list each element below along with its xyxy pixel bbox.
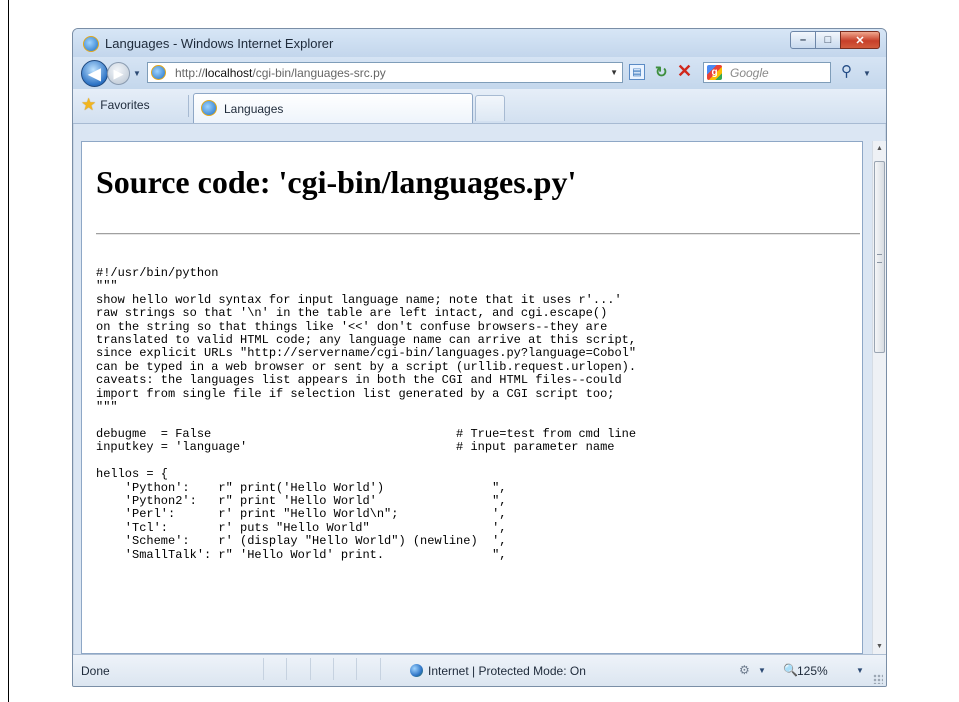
vertical-scrollbar[interactable]: ▲ ▼ [872, 141, 886, 654]
url-host: localhost [205, 66, 253, 80]
navigation-bar: ◀ ▶ ▼ http://localhost/cgi-bin/languages… [73, 57, 886, 89]
page-title: Source code: 'cgi-bin/languages.py' [96, 164, 577, 200]
tab-languages[interactable]: Languages [193, 93, 473, 123]
horizontal-rule [96, 233, 860, 235]
browser-window: Languages - Windows Internet Explorer – … [72, 28, 887, 687]
figure-frame-left [8, 8, 9, 702]
source-code-block: #!/usr/bin/python """ show hello world s… [96, 266, 637, 562]
url-path: /cgi-bin/languages-src.py [252, 66, 386, 80]
ie-logo-icon [83, 36, 99, 52]
address-url: http://localhost/cgi-bin/languages-src.p… [175, 66, 386, 80]
zoom-dropdown-icon[interactable]: ▼ [856, 666, 864, 675]
zoom-icon[interactable]: 🔍 [783, 663, 798, 677]
search-options-dropdown-icon[interactable]: ▼ [863, 69, 871, 78]
title-bar[interactable]: Languages - Windows Internet Explorer – … [73, 29, 886, 57]
page-icon [151, 65, 166, 80]
grip-icon [877, 254, 882, 263]
globe-icon [410, 664, 423, 677]
star-icon: ★ [81, 95, 97, 114]
scroll-down-icon[interactable]: ▼ [873, 639, 886, 654]
maximize-button[interactable]: □ [815, 31, 841, 49]
forward-button[interactable]: ▶ [107, 62, 130, 85]
search-icon[interactable]: ⚲ [841, 62, 852, 80]
status-bar: Done Internet | Protected Mode: On ⚙ ▼ 🔍… [73, 654, 886, 686]
search-input[interactable]: Google [730, 66, 769, 80]
favorites-button[interactable]: ★ Favorites [81, 96, 150, 113]
new-tab-button[interactable] [475, 95, 505, 121]
scroll-up-icon[interactable]: ▲ [873, 141, 886, 156]
tab-page-icon [201, 100, 217, 116]
favorites-bar: ★ Favorites Languages [73, 89, 886, 124]
security-zone[interactable]: Internet | Protected Mode: On [428, 664, 586, 678]
zoom-level[interactable]: 125% [797, 664, 828, 678]
compatibility-view-icon[interactable]: ▤ [629, 64, 645, 80]
url-prefix: http:// [175, 66, 206, 80]
recent-pages-dropdown-icon[interactable]: ▼ [133, 69, 141, 78]
favorites-separator [188, 95, 189, 117]
minimize-button[interactable]: – [790, 31, 816, 49]
favorites-label: Favorites [100, 97, 150, 112]
resize-grip-icon[interactable] [873, 674, 883, 684]
status-panels [263, 658, 403, 680]
status-text: Done [81, 664, 110, 678]
close-button[interactable]: ✕ [840, 31, 880, 49]
scroll-thumb[interactable] [874, 161, 885, 353]
window-title: Languages - Windows Internet Explorer [105, 36, 334, 51]
security-dropdown-icon[interactable]: ▼ [758, 666, 766, 675]
address-dropdown-icon[interactable]: ▼ [610, 68, 618, 77]
page-content: Source code: 'cgi-bin/languages.py' #!/u… [81, 141, 863, 654]
figure-frame-top-left-stub [8, 0, 9, 8]
address-bar[interactable]: http://localhost/cgi-bin/languages-src.p… [147, 62, 623, 83]
window-controls: – □ ✕ [790, 31, 880, 49]
search-box[interactable]: g Google [703, 62, 831, 83]
stop-icon[interactable]: ✕ [677, 61, 692, 82]
back-button[interactable]: ◀ [81, 60, 108, 87]
security-status-icon[interactable]: ⚙ [739, 663, 750, 677]
google-logo-icon: g [707, 65, 722, 80]
refresh-icon[interactable]: ↻ [655, 63, 668, 81]
tab-label: Languages [224, 102, 284, 116]
